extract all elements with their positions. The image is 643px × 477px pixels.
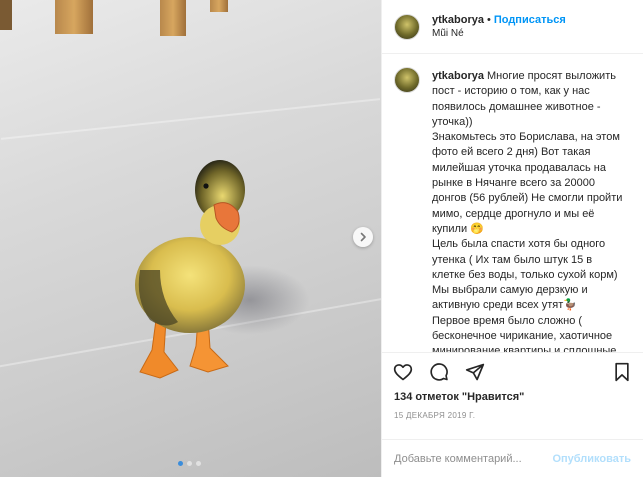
separator-dot: •	[486, 14, 491, 26]
location-link[interactable]: Mũi Né	[432, 27, 566, 40]
duckling-illustration	[135, 160, 245, 379]
avatar[interactable]	[394, 13, 420, 40]
slide-indicator	[178, 461, 201, 466]
post-date[interactable]: 15 ДЕКАБРЯ 2019 Г.	[382, 404, 643, 421]
heart-icon	[393, 363, 413, 380]
caption-avatar[interactable]	[394, 67, 420, 93]
comment-icon	[430, 362, 448, 381]
caption: ytkaborya Многие просят выложить пост - и…	[432, 69, 627, 352]
action-bar	[382, 352, 643, 390]
slide-dot	[196, 461, 201, 466]
comment-button[interactable]	[428, 361, 450, 383]
comment-form: Опубликовать	[382, 439, 643, 477]
caption-username-link[interactable]: ytkaborya	[432, 70, 484, 82]
publish-button[interactable]: Опубликовать	[552, 453, 631, 465]
likes-count[interactable]: 134 отметок "Нравится"	[382, 390, 643, 404]
post-photo[interactable]	[0, 0, 381, 477]
share-icon	[465, 363, 485, 380]
bookmark-icon	[615, 362, 629, 381]
chevron-right-icon	[360, 232, 366, 242]
comment-input[interactable]	[394, 452, 553, 465]
save-button[interactable]	[611, 361, 633, 383]
caption-area: ytkaborya Многие просят выложить пост - и…	[382, 54, 643, 352]
next-slide-button[interactable]	[353, 227, 373, 247]
post-sidebar: ytkaborya • Подписаться Mũi Né ytkaborya Мн…	[381, 0, 643, 477]
follow-button[interactable]: Подписаться	[494, 14, 566, 26]
post-header: ytkaborya • Подписаться Mũi Né	[382, 0, 643, 54]
slide-dot	[187, 461, 192, 466]
caption-text: Многие просят выложить пост - историю о …	[432, 70, 623, 352]
slide-dot	[178, 461, 183, 466]
instagram-post: ytkaborya • Подписаться Mũi Né ytkaborya Мн…	[0, 0, 643, 477]
share-button[interactable]	[464, 361, 486, 383]
like-button[interactable]	[392, 361, 414, 383]
username-link[interactable]: ytkaborya	[432, 14, 484, 26]
